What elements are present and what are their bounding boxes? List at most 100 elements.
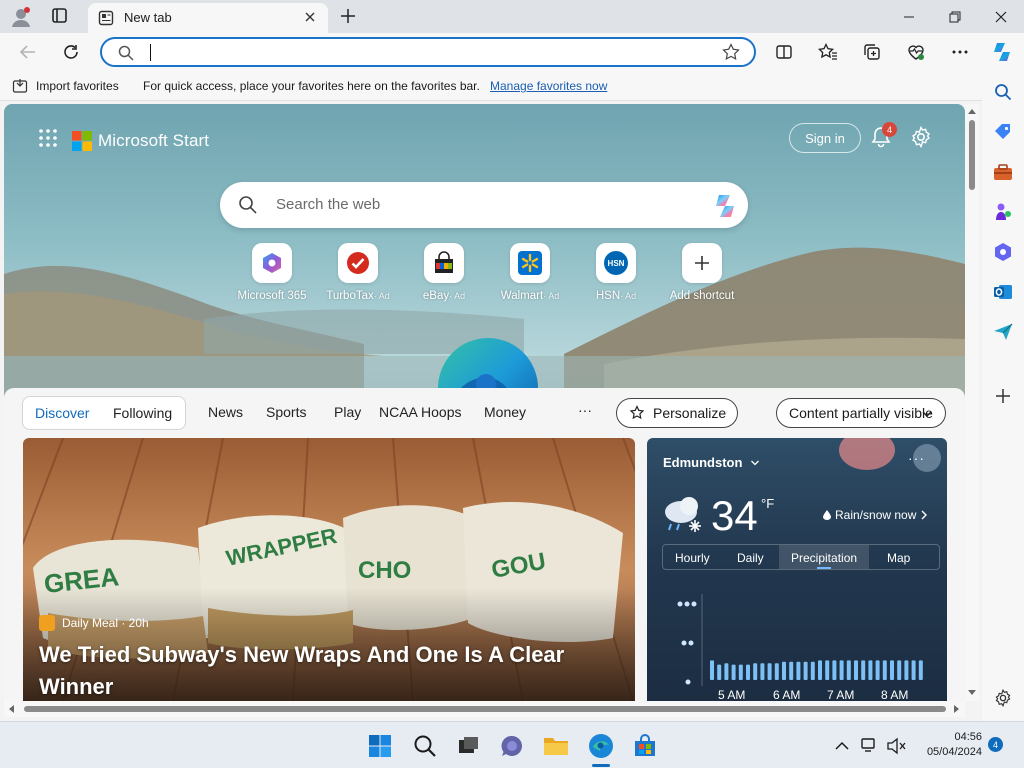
- task-view-icon[interactable]: [454, 732, 482, 760]
- article-headline[interactable]: We Tried Subway's New Wraps And One Is A…: [39, 639, 619, 701]
- sidebar-games-icon[interactable]: [992, 201, 1014, 223]
- more-tabs-button[interactable]: ···: [578, 402, 592, 418]
- temperature: 34: [711, 492, 758, 539]
- page-settings-icon[interactable]: [910, 125, 932, 149]
- weather-card[interactable]: Edmundston ··· 34 °F Rain/snow now Hourl…: [647, 438, 947, 701]
- scroll-right-icon[interactable]: [954, 705, 960, 713]
- ad-tag: · Ad: [449, 291, 466, 301]
- sparkle-star-icon: [629, 405, 645, 420]
- tab-actions-icon[interactable]: [50, 7, 70, 25]
- shortcut-hsn[interactable]: HSN HSN· Ad: [574, 243, 658, 302]
- app-launcher-icon[interactable]: [38, 128, 58, 153]
- sidebar-send-icon[interactable]: [992, 321, 1014, 343]
- edge-taskbar-icon[interactable]: [587, 732, 615, 760]
- favorites-hint: For quick access, place your favorites h…: [143, 79, 480, 93]
- add-shortcut-button[interactable]: Add shortcut: [660, 243, 744, 302]
- personalize-button[interactable]: Personalize: [616, 398, 738, 428]
- hero-article-card[interactable]: GREA WRAPPER CHO GOU Daily Meal · 20h We…: [23, 438, 635, 701]
- manage-favorites-link[interactable]: Manage favorites now: [490, 79, 607, 93]
- volume-muted-icon[interactable]: [882, 732, 910, 760]
- show-hidden-icons-chevron-icon[interactable]: [828, 732, 856, 760]
- web-search-box[interactable]: Search the web: [220, 182, 748, 228]
- sidebar-add-icon[interactable]: [992, 385, 1014, 407]
- sidebar-search-icon[interactable]: [992, 81, 1014, 103]
- horizontal-scroll-thumb[interactable]: [24, 706, 946, 712]
- shortcut-turbotax[interactable]: TurboTax· Ad: [316, 243, 400, 302]
- tab-money[interactable]: Money: [484, 404, 526, 420]
- precipitation-bar: [839, 660, 844, 680]
- browser-essentials-icon[interactable]: [904, 40, 928, 64]
- horizontal-scrollbar[interactable]: [4, 701, 965, 717]
- close-window-button[interactable]: [978, 0, 1024, 33]
- shortcut-microsoft-365[interactable]: Microsoft 365: [230, 243, 314, 302]
- weather-tab-precipitation[interactable]: Precipitation: [791, 551, 857, 565]
- sidebar-settings-icon[interactable]: [992, 687, 1014, 709]
- vertical-scrollbar[interactable]: [965, 104, 979, 701]
- scroll-left-icon[interactable]: [8, 705, 14, 713]
- weather-tab-map[interactable]: Map: [887, 551, 910, 565]
- address-input[interactable]: [150, 44, 151, 61]
- tab-sports[interactable]: Sports: [266, 404, 306, 420]
- copilot-search-icon[interactable]: [710, 191, 740, 221]
- precipitation-bar: [854, 660, 858, 680]
- precipitation-bar: [803, 661, 808, 680]
- tab-discover[interactable]: Discover: [35, 405, 89, 421]
- sidebar-tools-icon[interactable]: [992, 161, 1014, 183]
- copilot-icon[interactable]: [990, 40, 1014, 64]
- precipitation-bar: [832, 660, 837, 680]
- weather-location[interactable]: Edmundston: [663, 455, 760, 470]
- scroll-up-icon[interactable]: [968, 108, 976, 114]
- microsoft-start-logo[interactable]: Microsoft Start: [72, 130, 209, 151]
- teams-chat-icon[interactable]: [498, 732, 526, 760]
- notification-center-badge[interactable]: 4: [988, 737, 1003, 752]
- notifications-bell-icon[interactable]: 4: [870, 122, 897, 150]
- new-tab-favicon-icon: [98, 10, 114, 26]
- profile-icon[interactable]: [10, 6, 32, 28]
- address-bar[interactable]: [100, 37, 756, 67]
- file-explorer-icon[interactable]: [542, 732, 570, 760]
- content-visibility-label: Content partially visible: [789, 405, 933, 421]
- minimize-button[interactable]: [886, 0, 932, 33]
- content-visibility-dropdown[interactable]: Content partially visible: [776, 398, 946, 428]
- scroll-down-icon[interactable]: [968, 690, 976, 696]
- tab-title: New tab: [124, 10, 172, 25]
- restore-button[interactable]: [932, 0, 978, 33]
- collections-icon[interactable]: [860, 40, 884, 64]
- favorite-star-icon[interactable]: [722, 43, 740, 66]
- sidebar-outlook-icon[interactable]: [992, 281, 1014, 303]
- precipitation-bar: [911, 660, 916, 680]
- tab-news[interactable]: News: [208, 404, 243, 420]
- precipitation-bar: [882, 660, 887, 680]
- favorites-icon[interactable]: [816, 40, 840, 64]
- refresh-button[interactable]: [59, 40, 83, 64]
- precipitation-chart: [677, 594, 923, 686]
- shortcut-ebay[interactable]: eBay· Ad: [402, 243, 486, 302]
- settings-and-more-icon[interactable]: [948, 40, 972, 64]
- precipitation-bar: [710, 660, 714, 680]
- sidebar-shopping-icon[interactable]: [992, 121, 1014, 143]
- import-favorites-button[interactable]: Import favorites: [12, 78, 119, 94]
- tab-new-tab[interactable]: New tab: [88, 3, 328, 33]
- weather-tab-daily[interactable]: Daily: [737, 551, 764, 565]
- system-clock[interactable]: 04:56 05/04/2024: [918, 730, 982, 760]
- split-screen-icon[interactable]: [772, 40, 796, 64]
- new-tab-button[interactable]: [338, 6, 358, 26]
- close-tab-icon[interactable]: [302, 9, 318, 25]
- current-condition[interactable]: Rain/snow now: [823, 508, 928, 522]
- microsoft-store-icon[interactable]: [631, 732, 659, 760]
- shortcut-walmart[interactable]: Walmart· Ad: [488, 243, 572, 302]
- weather-more-button[interactable]: ···: [908, 450, 925, 466]
- tab-following[interactable]: Following: [113, 405, 172, 421]
- precipitation-bar: [810, 661, 815, 680]
- sidebar-microsoft-365-icon[interactable]: [992, 241, 1014, 263]
- taskbar-search-icon[interactable]: [411, 732, 439, 760]
- start-menu-icon[interactable]: [366, 732, 394, 760]
- sign-in-button[interactable]: Sign in: [789, 123, 861, 153]
- network-icon[interactable]: [856, 732, 884, 760]
- weather-tab-hourly[interactable]: Hourly: [675, 551, 710, 565]
- tab-ncaa-hoops[interactable]: NCAA Hoops: [379, 404, 461, 420]
- tab-play[interactable]: Play: [334, 404, 361, 420]
- microsoft-logo-icon: [72, 130, 92, 151]
- vertical-scroll-thumb[interactable]: [969, 120, 975, 190]
- back-button[interactable]: [16, 40, 40, 64]
